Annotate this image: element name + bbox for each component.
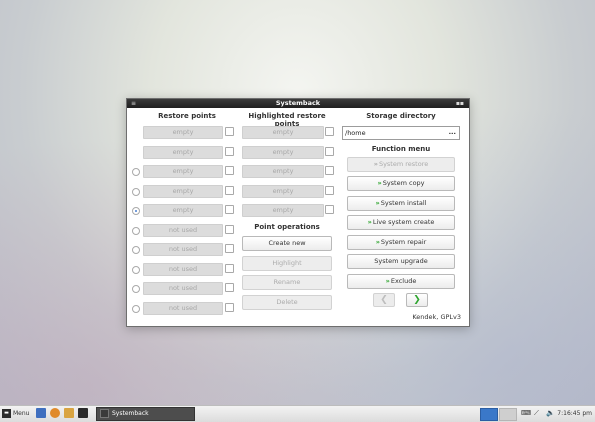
restore-point-5-radio[interactable] bbox=[132, 207, 140, 215]
arrow-left-icon[interactable]: ❮ bbox=[373, 293, 395, 307]
restore-point-8-radio[interactable] bbox=[132, 266, 140, 274]
live-system-create-button[interactable]: »Live system create bbox=[347, 215, 455, 230]
system-repair-button[interactable]: »System repair bbox=[347, 235, 455, 250]
highlighted-point-1-checkbox[interactable] bbox=[325, 127, 334, 136]
highlighted-point-2[interactable]: empty bbox=[242, 146, 324, 159]
restore-point-5[interactable]: empty bbox=[143, 204, 223, 217]
highlighted-point-2-checkbox[interactable] bbox=[325, 147, 334, 156]
keyboard-icon[interactable]: ⌨ bbox=[521, 408, 531, 419]
window-menu-icon[interactable]: ≡ bbox=[131, 99, 136, 108]
restore-point-10[interactable]: not used bbox=[143, 302, 223, 315]
restore-point-2[interactable]: empty bbox=[143, 146, 223, 159]
restore-point-10-radio[interactable] bbox=[132, 305, 140, 313]
restore-point-9[interactable]: not used bbox=[143, 282, 223, 295]
system-copy-label: System copy bbox=[382, 179, 425, 187]
double-arrow-icon: » bbox=[367, 218, 372, 226]
storage-directory-header: Storage directory bbox=[366, 112, 436, 120]
double-arrow-icon: » bbox=[375, 238, 380, 246]
system-restore-button[interactable]: »System restore bbox=[347, 157, 455, 172]
highlighted-point-4-checkbox[interactable] bbox=[325, 186, 334, 195]
double-arrow-icon: » bbox=[373, 160, 378, 168]
home-folder-icon[interactable] bbox=[64, 408, 74, 418]
restore-point-4[interactable]: empty bbox=[143, 185, 223, 198]
exclude-label: Exclude bbox=[390, 277, 417, 285]
restore-point-2-checkbox[interactable] bbox=[225, 147, 234, 156]
system-repair-label: System repair bbox=[380, 238, 427, 246]
browse-button[interactable]: ... bbox=[449, 126, 456, 138]
storage-path: /home bbox=[345, 129, 366, 137]
restore-point-6[interactable]: not used bbox=[143, 224, 223, 237]
task-label: Systemback bbox=[112, 410, 149, 417]
storage-directory-field[interactable]: /home ... bbox=[342, 126, 460, 140]
restore-point-7-checkbox[interactable] bbox=[225, 244, 234, 253]
live-system-create-label: Live system create bbox=[372, 218, 435, 226]
restore-points-header: Restore points bbox=[158, 112, 216, 120]
highlighted-point-3-checkbox[interactable] bbox=[325, 166, 334, 175]
restore-point-9-checkbox[interactable] bbox=[225, 283, 234, 292]
restore-point-1[interactable]: empty bbox=[143, 126, 223, 139]
highlighted-point-3[interactable]: empty bbox=[242, 165, 324, 178]
license-footer: Kendek, GPLv3 bbox=[412, 313, 461, 321]
double-arrow-icon: » bbox=[377, 179, 382, 187]
restore-point-4-checkbox[interactable] bbox=[225, 186, 234, 195]
delete-button[interactable]: Delete bbox=[242, 295, 332, 310]
rename-button[interactable]: Rename bbox=[242, 275, 332, 290]
highlighted-point-4[interactable]: empty bbox=[242, 185, 324, 198]
system-upgrade-button[interactable]: System upgrade bbox=[347, 254, 455, 269]
restore-point-4-radio[interactable] bbox=[132, 188, 140, 196]
restore-point-7-radio[interactable] bbox=[132, 246, 140, 254]
restore-point-3[interactable]: empty bbox=[143, 165, 223, 178]
window-titlebar[interactable]: ≡ Systemback ▪▪ bbox=[127, 99, 469, 108]
highlight-button[interactable]: Highlight bbox=[242, 256, 332, 271]
restore-point-8-checkbox[interactable] bbox=[225, 264, 234, 273]
system-install-button[interactable]: »System install bbox=[347, 196, 455, 211]
double-arrow-icon: » bbox=[375, 199, 380, 207]
network-icon[interactable]: ⟋ bbox=[534, 408, 539, 419]
point-operations-header: Point operations bbox=[254, 223, 320, 231]
restore-point-6-radio[interactable] bbox=[132, 227, 140, 235]
highlighted-point-5-checkbox[interactable] bbox=[325, 205, 334, 214]
restore-point-7[interactable]: not used bbox=[143, 243, 223, 256]
restore-point-3-checkbox[interactable] bbox=[225, 166, 234, 175]
system-install-label: System install bbox=[380, 199, 427, 207]
window-title: Systemback bbox=[275, 99, 321, 107]
maximize-icon[interactable]: ▪▪ bbox=[456, 99, 464, 108]
taskbar: ▬ Menu Systemback ⌨ ⟋ 🔈 7:16:45 pm bbox=[0, 405, 595, 422]
function-menu-header: Function menu bbox=[371, 145, 431, 153]
clock[interactable]: 7:16:45 pm bbox=[557, 408, 592, 419]
restore-point-10-checkbox[interactable] bbox=[225, 303, 234, 312]
taskbar-task-systemback[interactable]: Systemback bbox=[96, 407, 195, 421]
menu-label: Menu bbox=[13, 410, 30, 417]
restore-point-9-radio[interactable] bbox=[132, 285, 140, 293]
highlighted-point-5[interactable]: empty bbox=[242, 204, 324, 217]
start-menu-button[interactable]: ▬ Menu bbox=[2, 408, 32, 419]
workspace-1[interactable] bbox=[480, 408, 498, 421]
system-restore-label: System restore bbox=[378, 160, 429, 168]
menu-logo-icon: ▬ bbox=[2, 409, 11, 418]
restore-point-6-checkbox[interactable] bbox=[225, 225, 234, 234]
system-copy-button[interactable]: »System copy bbox=[347, 176, 455, 191]
restore-point-3-radio[interactable] bbox=[132, 168, 140, 176]
systemback-app-icon bbox=[100, 409, 109, 418]
create-new-button[interactable]: Create new bbox=[242, 236, 332, 251]
workspace-2[interactable] bbox=[499, 408, 517, 421]
highlighted-point-1[interactable]: empty bbox=[242, 126, 324, 139]
file-manager-icon[interactable] bbox=[36, 408, 46, 418]
restore-point-8[interactable]: not used bbox=[143, 263, 223, 276]
restore-point-5-checkbox[interactable] bbox=[225, 205, 234, 214]
volume-icon[interactable]: 🔈 bbox=[546, 408, 555, 419]
exclude-button[interactable]: »Exclude bbox=[347, 274, 455, 289]
terminal-icon[interactable] bbox=[78, 408, 88, 418]
arrow-right-icon[interactable]: ❯ bbox=[406, 293, 428, 307]
browser-icon[interactable] bbox=[50, 408, 60, 418]
restore-point-1-checkbox[interactable] bbox=[225, 127, 234, 136]
systemback-window: ≡ Systemback ▪▪ Restore points Highlight… bbox=[126, 98, 470, 327]
double-arrow-icon: » bbox=[385, 277, 390, 285]
